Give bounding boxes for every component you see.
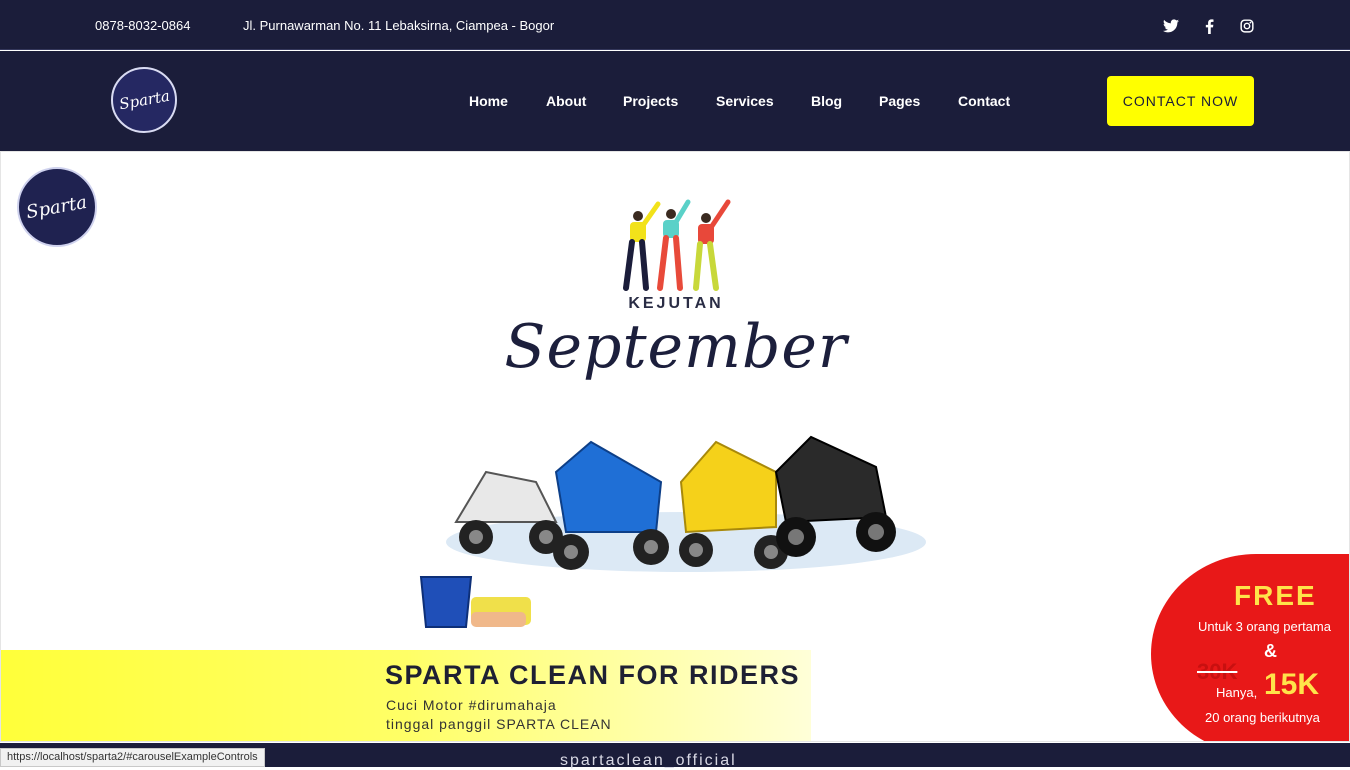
promo-old-price: 30K [1197, 659, 1238, 684]
instagram-icon[interactable] [1238, 17, 1256, 35]
scooters-illustration [419, 435, 926, 628]
nav-blog[interactable]: Blog [811, 93, 842, 109]
promo-hanya-text: Hanya, [1216, 685, 1258, 700]
nav-home[interactable]: Home [469, 93, 508, 109]
main-navbar: Sparta Home About Projects Services Blog… [0, 51, 1350, 151]
top-bar: 0878-8032-0864 Jl. Purnawarman No. 11 Le… [0, 0, 1350, 50]
hero-brand-logo: Sparta [17, 167, 97, 247]
address-text: Jl. Purnawarman No. 11 Lebaksirna, Ciamp… [243, 18, 555, 33]
band-subtitle-2: tinggal panggil SPARTA CLEAN [386, 716, 612, 732]
phone-number: 0878-8032-0864 [95, 18, 191, 33]
nav-projects[interactable]: Projects [623, 93, 678, 109]
status-bar-url: https://localhost/sparta2/#carouselExamp… [0, 748, 265, 767]
dancers-illustration [623, 199, 731, 291]
promo-free-text: FREE [1234, 580, 1317, 611]
september-heading: September [504, 312, 848, 382]
promo-first-line: Untuk 3 orang pertama [1198, 619, 1331, 634]
promo-second-line: 20 orang berikutnya [1205, 710, 1320, 725]
facebook-icon[interactable] [1200, 17, 1218, 35]
promo-ampersand: & [1264, 641, 1277, 661]
contact-now-button[interactable]: CONTACT NOW [1107, 76, 1254, 126]
nav-services[interactable]: Services [716, 93, 774, 109]
footer-handle: spartaclean_official [560, 752, 737, 769]
band-title: SPARTA CLEAN FOR RIDERS [385, 660, 801, 690]
kejutan-heading: KEJUTAN [628, 295, 724, 312]
twitter-icon[interactable] [1162, 17, 1180, 35]
nav-contact[interactable]: Contact [958, 93, 1010, 109]
band-subtitle-1: Cuci Motor #dirumahaja [386, 697, 557, 713]
nav-about[interactable]: About [546, 93, 586, 109]
brand-logo-text: Sparta [117, 86, 171, 114]
promo-new-price: 15K [1264, 668, 1320, 701]
hero-carousel[interactable]: Sparta KEJUTAN September SPARTA CLEAN FO… [0, 151, 1350, 742]
nav-pages[interactable]: Pages [879, 93, 920, 109]
brand-logo[interactable]: Sparta [111, 67, 177, 133]
hero-logo-text: Sparta [25, 191, 89, 223]
bucket-and-cloth [419, 576, 531, 628]
